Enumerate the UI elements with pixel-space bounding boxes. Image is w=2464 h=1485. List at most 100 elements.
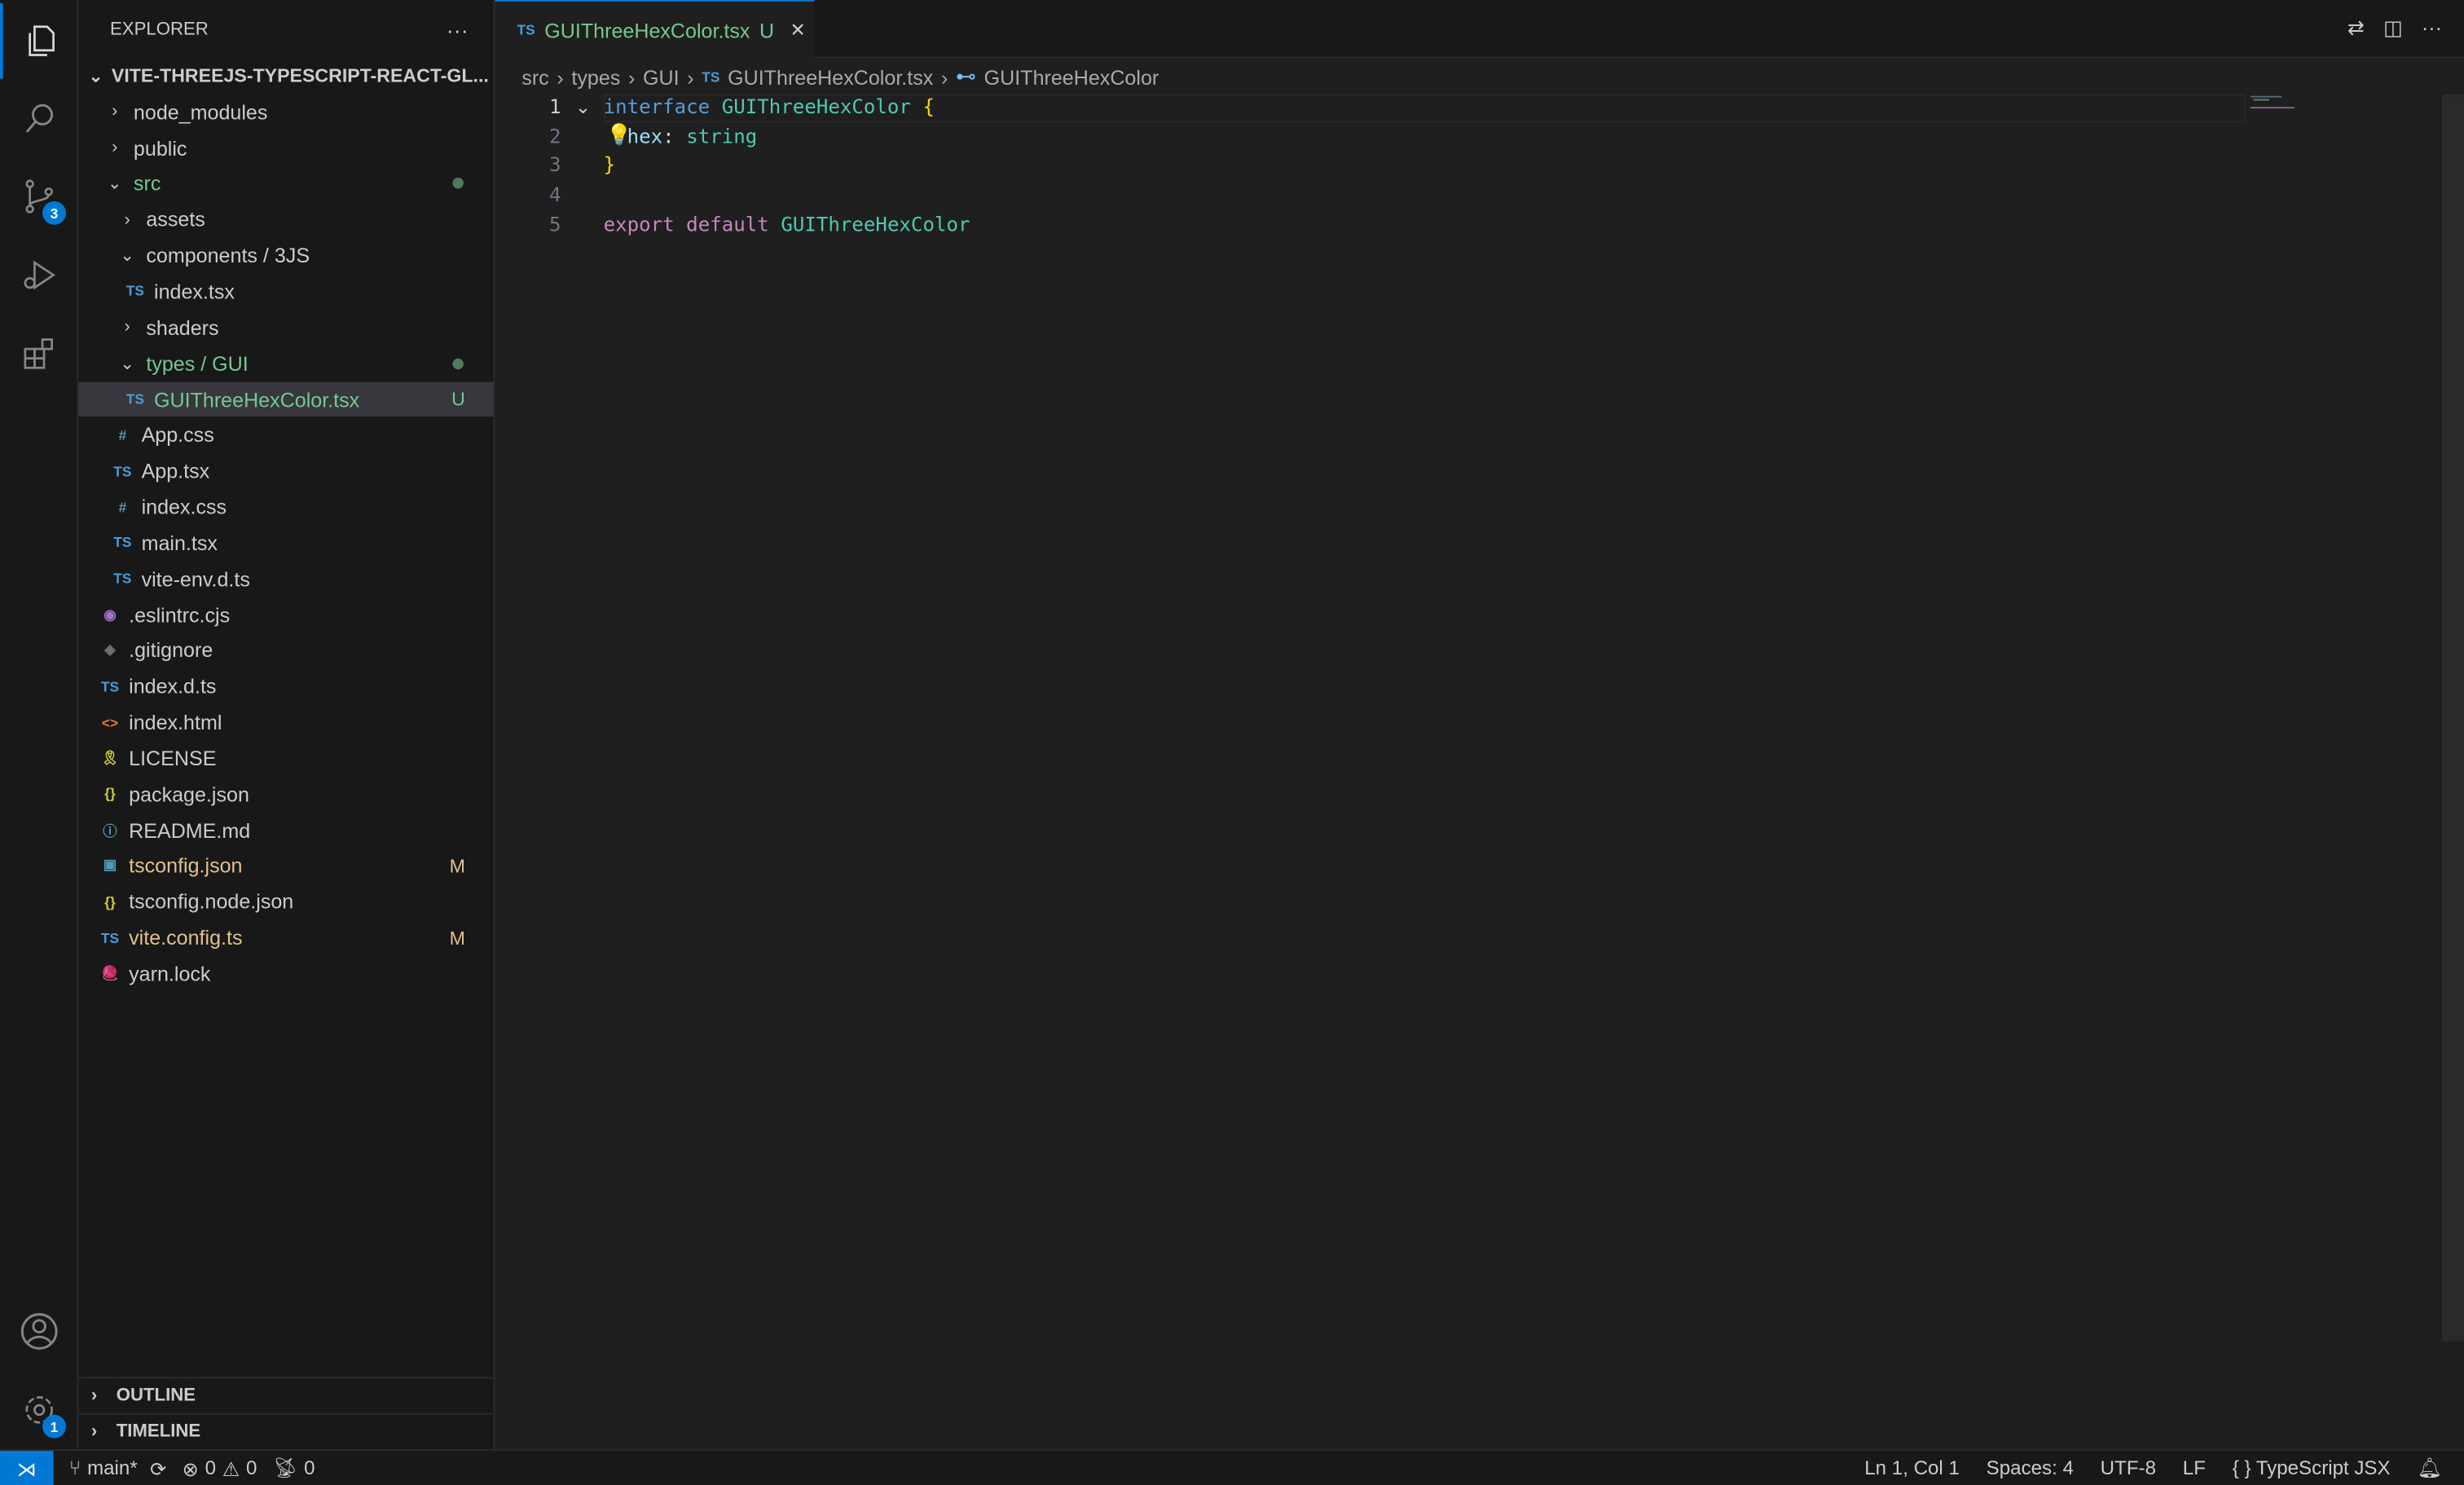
account-icon (20, 1313, 58, 1350)
tree-item-label: LICENSE (129, 746, 217, 770)
tree-item[interactable]: ⓘ README.md (78, 813, 493, 848)
tree-item[interactable]: 🎗 LICENSE (78, 740, 493, 776)
tree-item[interactable]: ⌄ types / GUI (78, 346, 493, 381)
line-number: 3 (548, 152, 561, 177)
chevron-right-icon: › (90, 1386, 98, 1406)
tree-item[interactable]: ◆ .gitignore (78, 632, 493, 668)
breadcrumb-item[interactable]: GUIThreeHexColor (984, 65, 1159, 89)
explorer-title: EXPLORER (109, 20, 209, 39)
scrollbar[interactable] (2441, 94, 2464, 1342)
error-icon: ⊗ (182, 1457, 199, 1480)
extensions-icon (24, 338, 53, 369)
workspace-root[interactable]: ⌄ VITE-THREEJS-TYPESCRIPT-REACT-GL... (78, 58, 493, 94)
tree-item[interactable]: TS index.d.ts (78, 668, 493, 704)
more-actions-icon[interactable]: ··· (2422, 15, 2442, 41)
tree-item-label: index.tsx (153, 280, 235, 304)
ts-file-icon: TS (113, 463, 132, 479)
tree-item-label: App.tsx (141, 459, 210, 483)
css-file-icon: # (118, 499, 127, 515)
tree-item[interactable]: 🧶 yarn.lock (78, 956, 493, 992)
tree-item[interactable]: TS vite.config.ts M (78, 920, 493, 956)
close-icon[interactable]: ✕ (790, 19, 805, 41)
breadcrumb-item[interactable]: src (521, 65, 548, 89)
tree-item-label: public (133, 136, 187, 160)
remote-indicator[interactable]: ⋊ (0, 1450, 54, 1485)
workspace-name: VITE-THREEJS-TYPESCRIPT-REACT-GL... (111, 64, 489, 87)
breadcrumb-item[interactable]: GUI (643, 65, 680, 89)
breadcrumb-item[interactable]: types (571, 65, 620, 89)
settings-button[interactable]: 1 (0, 1373, 78, 1448)
problems-indicator[interactable]: ⊗ 0 ⚠ 0 (183, 1456, 257, 1480)
bell-icon[interactable]: 🔔︎ (2417, 1456, 2442, 1480)
open-changes-icon[interactable]: ⇄ (2347, 15, 2365, 41)
split-editor-icon[interactable]: ◫ (2383, 15, 2403, 41)
tree-item[interactable]: › node_modules (78, 94, 493, 130)
status-bar: ⋊ ⑂ main* ⟳ ⊗ 0 ⚠ 0 📡︎ 0 Ln 1, Col 1 Spaces: 4… (0, 1449, 2464, 1485)
line-ending[interactable]: LF (2183, 1457, 2206, 1479)
search-icon (25, 104, 54, 133)
tree-item-label: package.json (129, 782, 249, 806)
typescript-file-icon: TS (702, 68, 720, 86)
ports-indicator[interactable]: 📡︎ 0 (273, 1456, 315, 1480)
tree-item[interactable]: TS App.tsx (78, 453, 493, 489)
tree-item[interactable]: ⌄ components / 3JS (78, 238, 493, 274)
breadcrumb-item[interactable]: GUIThreeHexColor.tsx (728, 65, 933, 89)
tree-item[interactable]: TS main.tsx (78, 525, 493, 561)
search-button[interactable] (0, 80, 78, 156)
outline-section[interactable]: › OUTLINE (78, 1377, 495, 1412)
language-mode[interactable]: { } TypeScript JSX (2233, 1457, 2391, 1479)
chevron-down-icon: ⌄ (107, 174, 122, 195)
tree-item[interactable]: ⌄ src (78, 166, 493, 202)
tree-item-label: vite.config.ts (129, 926, 243, 950)
tree-item[interactable]: ◉ .eslintrc.cjs (78, 597, 493, 632)
accounts-button[interactable] (0, 1293, 78, 1369)
tree-item[interactable]: › public (78, 130, 493, 165)
eslint-file-icon: ◉ (103, 606, 117, 622)
line-number: 4 (548, 182, 561, 206)
tree-item[interactable]: › shaders (78, 310, 493, 346)
run-debug-button[interactable] (0, 237, 78, 313)
tree-item[interactable]: TS GUIThreeHexColor.tsx U (78, 381, 494, 417)
tree-item[interactable]: {} package.json (78, 776, 493, 812)
extensions-button[interactable] (0, 316, 78, 392)
tree-item-label: .eslintrc.cjs (129, 602, 231, 627)
tree-item-label: README.md (129, 818, 251, 843)
fold-chevron-icon[interactable]: ⌄ (575, 96, 591, 118)
tree-item[interactable]: › assets (78, 202, 493, 238)
encoding[interactable]: UTF-8 (2101, 1457, 2156, 1479)
more-actions-button[interactable]: ··· (447, 16, 469, 42)
branch-indicator[interactable]: ⑂ main* ⟳ (69, 1456, 167, 1480)
git-branch-icon: ⑂ (68, 1456, 81, 1479)
error-count: 0 (205, 1456, 216, 1479)
timeline-section[interactable]: › TIMELINE (78, 1412, 495, 1449)
tree-item[interactable]: TS index.tsx (78, 274, 493, 310)
timeline-label: TIMELINE (116, 1422, 201, 1442)
tree-item[interactable]: <> index.html (78, 704, 493, 740)
json-file-icon: {} (104, 786, 116, 803)
outline-label: OUTLINE (116, 1386, 196, 1406)
lightbulb-icon[interactable]: 💡 (606, 122, 631, 148)
sync-icon: ⟳ (150, 1457, 167, 1480)
tree-item[interactable]: # index.css (78, 489, 493, 525)
tree-item-label: vite-env.d.ts (141, 566, 250, 591)
code-line: export default GUIThreeHexColor (604, 212, 970, 236)
ts-file-icon: TS (113, 571, 132, 587)
files-icon (29, 25, 55, 56)
tab-guithreehexcolor[interactable]: TS GUIThreeHexColor.tsx U ✕ (495, 0, 814, 59)
indentation[interactable]: Spaces: 4 (1987, 1457, 2074, 1479)
code-token: : (662, 123, 687, 148)
tree-item[interactable]: TS vite-env.d.ts (78, 561, 493, 597)
tree-item[interactable]: {} tsconfig.node.json (78, 884, 493, 920)
minimap[interactable] (2250, 95, 2301, 110)
tree-item[interactable]: ▣ tsconfig.json M (78, 848, 493, 884)
line-number: 5 (548, 211, 561, 236)
tree-item[interactable]: # App.css (78, 417, 493, 453)
chevron-right-icon: › (112, 102, 118, 122)
cursor-position[interactable]: Ln 1, Col 1 (1864, 1457, 1960, 1479)
tree-item-label: assets (146, 208, 205, 232)
source-control-button[interactable]: 3 (0, 159, 78, 235)
ts-file-icon: TS (100, 930, 120, 946)
explorer-button[interactable] (0, 2, 78, 79)
line-number: 1 (548, 94, 561, 118)
tree-item-label: node_modules (133, 99, 268, 124)
